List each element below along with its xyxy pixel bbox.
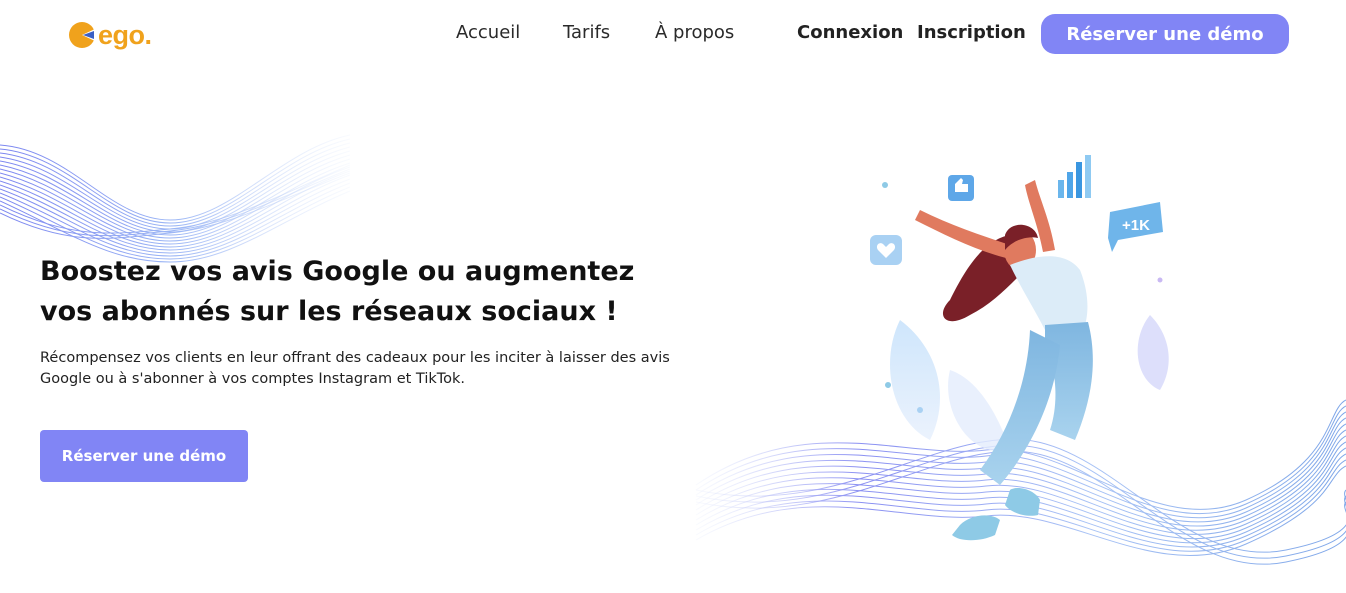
hero-illustration: +1K <box>870 155 1169 541</box>
followers-badge-text: +1K <box>1122 217 1150 234</box>
hero-title: Boostez vos avis Google ou augmentez vos… <box>40 252 680 332</box>
hero-title-line-1: Boostez vos avis Google ou augmentez <box>40 256 635 287</box>
nav-link-accueil[interactable]: Accueil <box>456 22 520 43</box>
logo-mark-icon <box>69 22 95 48</box>
login-link[interactable]: Connexion <box>797 22 903 43</box>
thumbs-up-icon <box>948 175 974 201</box>
bar-chart-icon <box>1058 155 1091 198</box>
signup-link[interactable]: Inscription <box>917 22 1026 43</box>
nav-link-tarifs[interactable]: Tarifs <box>563 22 610 43</box>
book-demo-button-hero[interactable]: Réserver une démo <box>40 430 248 482</box>
hero-subtitle: Récompensez vos clients en leur offrant … <box>40 350 670 387</box>
nav-link-a-propos[interactable]: À propos <box>655 22 734 43</box>
book-demo-button-header[interactable]: Réserver une démo <box>1041 14 1289 54</box>
heart-icon <box>870 235 902 265</box>
followers-badge-icon: +1K <box>1108 202 1163 252</box>
brand-name: ego. <box>98 19 152 50</box>
hero-title-line-2: vos abonnés sur les réseaux sociaux ! <box>40 296 618 327</box>
brand-logo[interactable]: ego. <box>68 18 152 52</box>
